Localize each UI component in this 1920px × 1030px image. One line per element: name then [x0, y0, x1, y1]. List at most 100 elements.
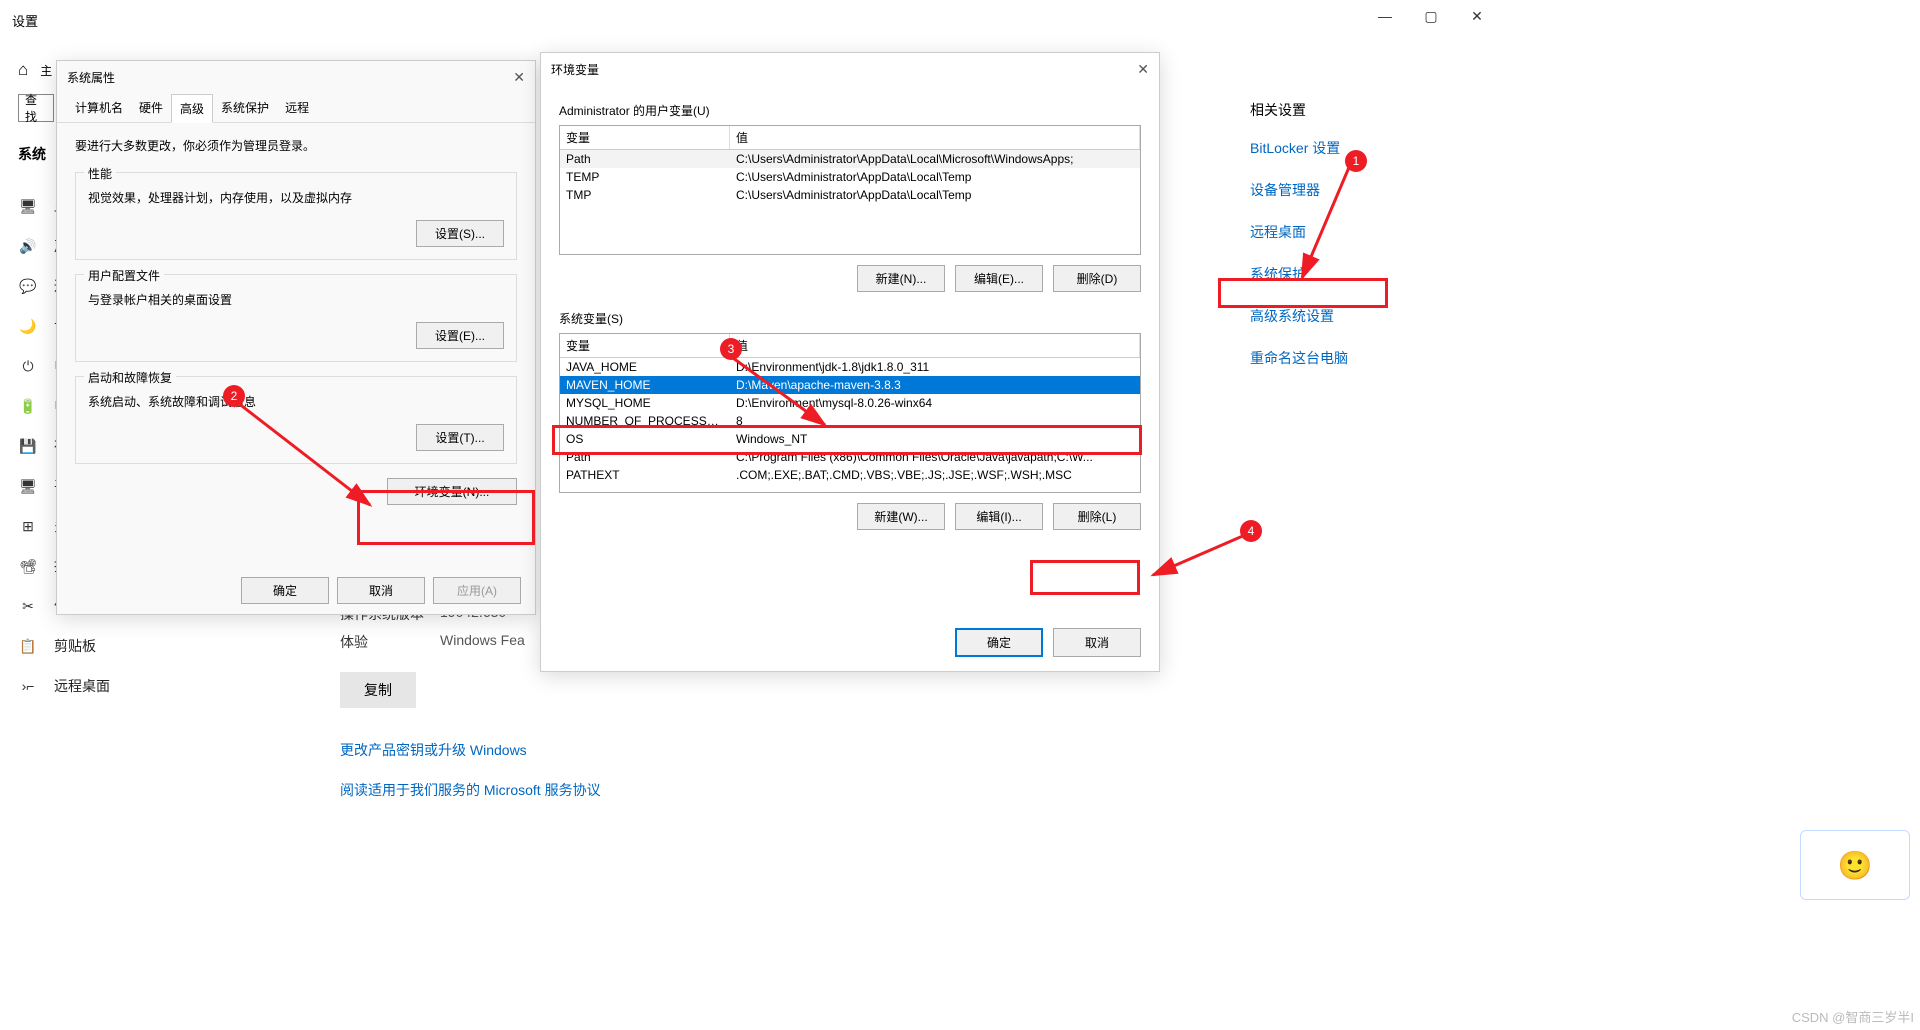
user-delete-button[interactable]: 删除(D) — [1053, 265, 1141, 292]
sysprops-apply-button[interactable]: 应用(A) — [433, 577, 521, 604]
user-edit-button[interactable]: 编辑(E)... — [955, 265, 1043, 292]
var-name: MYSQL_HOME — [560, 395, 730, 411]
related-settings: 相关设置 BitLocker 设置设备管理器远程桌面系统保护高级系统设置重命名这… — [1250, 100, 1348, 390]
col-value[interactable]: 值 — [730, 126, 1140, 149]
env-var-row[interactable]: JAVA_HOMED:\Environment\jdk-1.8\jdk1.8.0… — [560, 358, 1140, 376]
system-vars-table[interactable]: 变量值 JAVA_HOMED:\Environment\jdk-1.8\jdk1… — [559, 333, 1141, 493]
system-delete-button[interactable]: 删除(L) — [1053, 503, 1141, 530]
profile-desc: 与登录帐户相关的桌面设置 — [88, 291, 504, 308]
sysprops-ok-button[interactable]: 确定 — [241, 577, 329, 604]
related-link[interactable]: 设备管理器 — [1250, 180, 1348, 200]
environment-variables-dialog: 环境变量 ✕ Administrator 的用户变量(U) 变量值 PathC:… — [540, 52, 1160, 672]
var-value: Windows_NT — [730, 431, 1140, 447]
tab[interactable]: 高级 — [171, 94, 213, 123]
sysprops-cancel-button[interactable]: 取消 — [337, 577, 425, 604]
system-new-button[interactable]: 新建(W)... — [857, 503, 945, 530]
tab[interactable]: 系统保护 — [213, 94, 277, 122]
maximize-button[interactable]: ▢ — [1408, 0, 1454, 32]
related-link[interactable]: 远程桌面 — [1250, 222, 1348, 242]
env-var-row[interactable]: PathC:\Program Files (x86)\Common Files\… — [560, 448, 1140, 466]
startup-title: 启动和故障恢复 — [84, 369, 176, 386]
tab[interactable]: 硬件 — [131, 94, 171, 122]
sysprops-tabs: 计算机名硬件高级系统保护远程 — [57, 94, 535, 123]
mascot-widget[interactable]: 🙂 — [1800, 830, 1910, 900]
env-var-row[interactable]: MYSQL_HOMED:\Environment\mysql-8.0.26-wi… — [560, 394, 1140, 412]
perf-title: 性能 — [84, 165, 116, 182]
var-name: Path — [560, 151, 730, 167]
nav-icon: 💬 — [20, 278, 36, 295]
col-value[interactable]: 值 — [730, 334, 1140, 357]
link-change-product-key[interactable]: 更改产品密钥或升级 Windows — [340, 730, 601, 770]
col-variable[interactable]: 变量 — [560, 126, 730, 149]
related-title: 相关设置 — [1250, 100, 1348, 120]
nav-icon: 🖥 — [20, 198, 36, 215]
perf-settings-button[interactable]: 设置(S)... — [416, 220, 504, 247]
user-vars-label: Administrator 的用户变量(U) — [559, 102, 1141, 119]
nav-item[interactable]: 📋 剪贴板 — [18, 626, 320, 666]
nav-icon: 📋 — [20, 638, 36, 655]
user-profile-group: 用户配置文件 与登录帐户相关的桌面设置 设置(E)... — [75, 274, 517, 362]
home-icon: ⌂ — [18, 60, 28, 80]
titlebar-buttons: — ▢ ✕ — [1362, 0, 1500, 32]
close-icon[interactable]: ✕ — [1137, 61, 1149, 78]
user-new-button[interactable]: 新建(N)... — [857, 265, 945, 292]
env-var-row[interactable]: PATHEXT.COM;.EXE;.BAT;.CMD;.VBS;.VBE;.JS… — [560, 466, 1140, 484]
env-var-row[interactable]: PathC:\Users\Administrator\AppData\Local… — [560, 150, 1140, 168]
var-name: NUMBER_OF_PROCESSORS — [560, 413, 730, 429]
var-name: MAVEN_HOME — [560, 377, 730, 393]
system-edit-button[interactable]: 编辑(I)... — [955, 503, 1043, 530]
env-var-row[interactable]: NUMBER_OF_PROCESSORS8 — [560, 412, 1140, 430]
related-link[interactable]: 重命名这台电脑 — [1250, 348, 1348, 368]
home-label: 主 — [40, 62, 52, 79]
var-name: TMP — [560, 187, 730, 203]
env-var-row[interactable]: MAVEN_HOMED:\Maven\apache-maven-3.8.3 — [560, 376, 1140, 394]
envvars-ok-button[interactable]: 确定 — [955, 628, 1043, 657]
nav-icon: 🌙 — [20, 318, 36, 335]
startup-settings-button[interactable]: 设置(T)... — [416, 424, 504, 451]
profile-title: 用户配置文件 — [84, 267, 164, 284]
window-title: 设置 — [12, 11, 38, 30]
search-input[interactable]: 查找 — [18, 94, 54, 122]
var-name: JAVA_HOME — [560, 359, 730, 375]
performance-group: 性能 视觉效果，处理器计划，内存使用，以及虚拟内存 设置(S)... — [75, 172, 517, 260]
var-value: C:\Program Files (x86)\Common Files\Orac… — [730, 449, 1140, 465]
tab[interactable]: 远程 — [277, 94, 317, 122]
env-var-row[interactable]: OSWindows_NT — [560, 430, 1140, 448]
startup-recovery-group: 启动和故障恢复 系统启动、系统故障和调试信息 设置(T)... — [75, 376, 517, 464]
nav-icon: 🔊 — [20, 238, 36, 255]
user-vars-table[interactable]: 变量值 PathC:\Users\Administrator\AppData\L… — [559, 125, 1141, 255]
profile-settings-button[interactable]: 设置(E)... — [416, 322, 504, 349]
titlebar: 设置 — [0, 0, 1500, 40]
var-name: OS — [560, 431, 730, 447]
related-link[interactable]: 系统保护 — [1250, 264, 1348, 284]
copy-button[interactable]: 复制 — [340, 672, 416, 708]
col-variable[interactable]: 变量 — [560, 334, 730, 357]
nav-icon: ✂ — [20, 598, 36, 615]
nav-item[interactable]: ›⌐远程桌面 — [18, 666, 320, 706]
nav-icon: 📽 — [20, 558, 36, 575]
close-icon[interactable]: ✕ — [513, 69, 525, 86]
var-value: C:\Users\Administrator\AppData\Local\Tem… — [730, 187, 1140, 203]
tab[interactable]: 计算机名 — [67, 94, 131, 122]
nav-icon: ⏻ — [20, 358, 36, 375]
admin-notice: 要进行大多数更改，你必须作为管理员登录。 — [75, 137, 517, 154]
nav-icon: ⊞ — [20, 518, 36, 535]
nav-label: 剪贴板 — [54, 636, 96, 656]
related-link[interactable]: BitLocker 设置 — [1250, 138, 1348, 158]
close-button[interactable]: ✕ — [1454, 0, 1500, 32]
perf-desc: 视觉效果，处理器计划，内存使用，以及虚拟内存 — [88, 189, 504, 206]
related-link[interactable]: 高级系统设置 — [1250, 306, 1348, 326]
env-var-row[interactable]: TMPC:\Users\Administrator\AppData\Local\… — [560, 186, 1140, 204]
minimize-button[interactable]: — — [1362, 0, 1408, 32]
sysprops-title: 系统属性 — [67, 69, 115, 86]
env-var-row[interactable]: TEMPC:\Users\Administrator\AppData\Local… — [560, 168, 1140, 186]
envvars-cancel-button[interactable]: 取消 — [1053, 628, 1141, 657]
var-value: .COM;.EXE;.BAT;.CMD;.VBS;.VBE;.JS;.JSE;.… — [730, 467, 1140, 483]
var-name: Path — [560, 449, 730, 465]
link-service-agreement[interactable]: 阅读适用于我们服务的 Microsoft 服务协议 — [340, 770, 601, 810]
var-value: C:\Users\Administrator\AppData\Local\Mic… — [730, 151, 1140, 167]
experience-label: 体验 — [340, 632, 440, 652]
nav-label: 远程桌面 — [54, 676, 110, 696]
var-value: C:\Users\Administrator\AppData\Local\Tem… — [730, 169, 1140, 185]
environment-variables-button[interactable]: 环境变量(N)... — [387, 478, 517, 505]
